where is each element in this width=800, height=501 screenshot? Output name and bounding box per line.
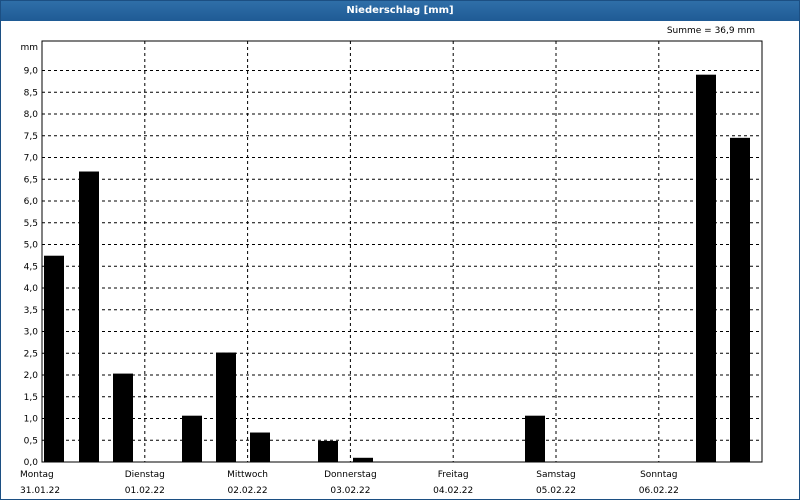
y-tick-label: 5,5 xyxy=(24,219,38,229)
y-tick-label: 0,5 xyxy=(24,436,38,446)
x-date-label: 31.01.22 xyxy=(20,486,60,496)
x-day-label: Montag xyxy=(20,470,54,480)
chart-window: Niederschlag [mm] Summe = 36,9 mm 0,0 0,5… xyxy=(0,0,800,500)
bar xyxy=(79,171,99,462)
y-tick-label: 8,0 xyxy=(24,110,39,120)
y-tick-label: 9,0 xyxy=(24,67,39,77)
y-tick-label: 7,0 xyxy=(24,154,39,164)
y-tick-label: 2,0 xyxy=(24,371,39,381)
y-tick-label: 0,0 xyxy=(24,458,39,468)
x-date-label: 06.02.22 xyxy=(639,486,679,496)
x-date-label: 03.02.22 xyxy=(330,486,370,496)
bar xyxy=(318,440,338,462)
y-tick-label: 7,5 xyxy=(24,132,38,142)
y-tick-label: 1,0 xyxy=(24,415,39,425)
y-tick-label: 4,5 xyxy=(24,262,38,272)
bar xyxy=(250,432,270,462)
y-tick-label: 6,5 xyxy=(24,175,38,185)
y-tick-label: 3,0 xyxy=(24,328,39,338)
x-day-label: Mittwoch xyxy=(227,470,268,480)
x-day-label: Samstag xyxy=(536,470,575,480)
x-date-label: 04.02.22 xyxy=(433,486,473,496)
bar xyxy=(44,255,64,462)
y-tick-label: 1,5 xyxy=(24,393,38,403)
plot-area xyxy=(41,40,763,463)
x-date-label: 01.02.22 xyxy=(125,486,165,496)
x-date-label: 02.02.22 xyxy=(228,486,268,496)
precipitation-chart: 0,0 0,5 1,0 1,5 2,0 2,5 3,0 3,5 4,0 4,5 5,0 5,5 6,0 6… xyxy=(20,40,763,496)
bar xyxy=(182,415,202,462)
bar xyxy=(525,415,545,462)
x-day-label: Donnerstag xyxy=(324,470,377,480)
y-tick-label: 2,5 xyxy=(24,349,38,359)
y-tick-label: 8,5 xyxy=(24,88,38,98)
bar xyxy=(730,137,750,462)
y-tick-label: 5,0 xyxy=(24,241,39,251)
x-day-label: Sonntag xyxy=(640,470,677,480)
bar xyxy=(216,352,236,462)
y-tick-label: 3,5 xyxy=(24,306,38,316)
bar xyxy=(353,457,373,462)
y-axis-label: mm xyxy=(20,43,38,53)
y-tick-label: 4,0 xyxy=(24,284,39,294)
x-day-label: Freitag xyxy=(438,470,469,480)
x-day-label: Dienstag xyxy=(125,470,165,480)
x-date-label: 05.02.22 xyxy=(536,486,576,496)
bar xyxy=(113,373,133,462)
y-tick-label: 6,0 xyxy=(24,197,39,207)
bar xyxy=(696,74,716,463)
